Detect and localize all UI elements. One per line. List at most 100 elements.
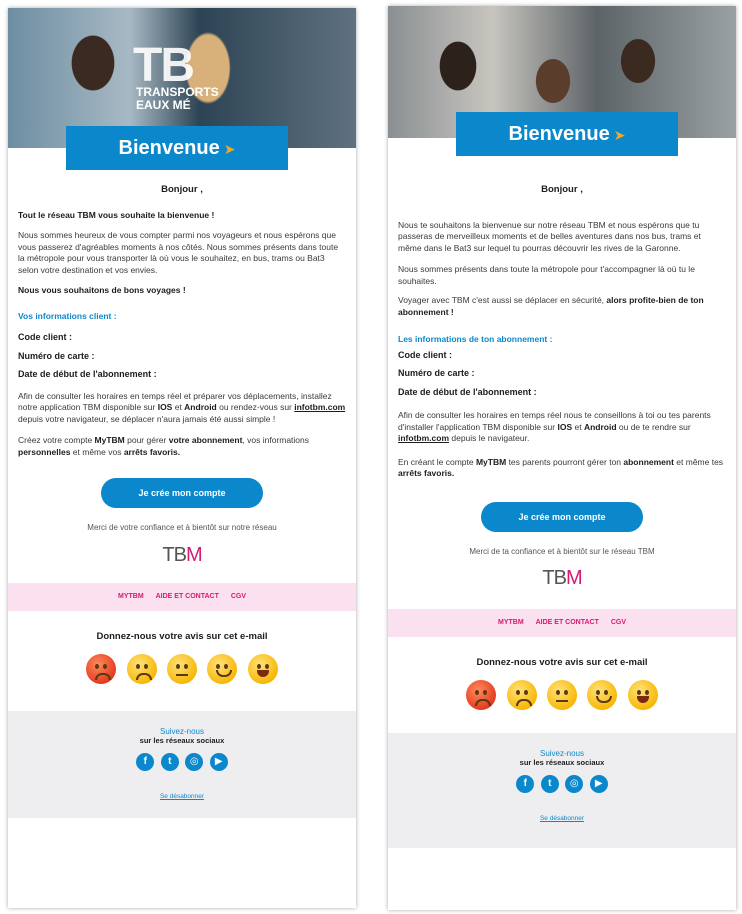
mytbm-bold-2: personnelles (18, 446, 71, 457)
social-networks-text: sur les réseaux sociaux (139, 736, 225, 745)
intro-text: Tout le réseau TBM vous souhaite la bien… (18, 209, 215, 220)
safety-paragraph: Voyager avec TBM c'est aussi se déplacer… (398, 295, 726, 318)
subscription-date-label: Date de début de l'abonnement : (18, 369, 157, 379)
android-label: Android (583, 421, 617, 432)
arrow-icon: ➤ (223, 141, 236, 157)
ios-label: IOS (157, 402, 173, 412)
unsubscribe-link[interactable]: Se désabonner (388, 815, 736, 822)
youtube-icon[interactable]: ▶ (589, 774, 608, 793)
rating-emojis (388, 679, 736, 715)
infotbm-link[interactable]: infotbm.com (294, 402, 345, 412)
tbm-logo-mark: TBM (162, 543, 203, 566)
welcome-title: Bienvenue (118, 137, 220, 159)
link-cgv[interactable]: CGV (231, 593, 246, 600)
and-text: et (572, 421, 584, 432)
mytbm-label: MyTBM (475, 456, 507, 467)
link-aide-contact[interactable]: AIDE ET CONTACT (536, 619, 599, 626)
hero-header: Bienvenue ➤ (388, 6, 736, 156)
rating-emojis (8, 654, 356, 689)
card-number-label: Numéro de carte : (18, 350, 95, 361)
app-text-2: ou de te rendre sur (616, 421, 691, 432)
client-code-label: Code client : (398, 349, 453, 360)
tbm-logo-text: TBM (18, 545, 346, 565)
tbm-logo: TBM (18, 545, 346, 565)
mytbm-text-1: Créez votre compte (18, 435, 95, 445)
follow-us-text: Suivez-nous (539, 748, 585, 758)
ios-label: IOS (557, 421, 573, 432)
android-label: Android (184, 402, 217, 412)
mytbm-paragraph: En créant le compte MyTBM tes parents po… (398, 457, 726, 480)
social-icons: f t ◎ ▶ (8, 751, 356, 771)
mytbm-text-1: En créant le compte (398, 456, 476, 467)
info-title: Les informations de ton abonnement : (398, 334, 553, 344)
twitter-icon[interactable]: t (160, 753, 179, 771)
tbm-logo-accent: M (565, 567, 583, 589)
social-networks-text: sur les réseaux sociaux (519, 757, 605, 767)
hero-header: TB TRANSPORTS EAUX MÉ Bienvenue ➤ (8, 8, 356, 170)
thanks-text: Merci de votre confiance et à bientôt su… (87, 523, 277, 532)
smiling-face-icon[interactable] (587, 679, 618, 710)
social-section: Suivez-nous sur les réseaux sociaux f t … (8, 711, 356, 818)
client-code-label: Code client : (18, 332, 73, 342)
subscription-date-label: Date de début de l'abonnement : (398, 386, 537, 397)
angry-face-icon[interactable] (86, 654, 117, 684)
arrow-icon: ➤ (613, 127, 626, 143)
infotbm-link[interactable]: infotbm.com (398, 433, 449, 443)
info-title: Vos informations client : (18, 310, 117, 321)
twitter-icon[interactable]: t (540, 774, 559, 793)
tbm-logo-accent: M (185, 543, 203, 566)
smiling-face-icon[interactable] (207, 654, 238, 684)
mytbm-label: MyTBM (94, 435, 125, 445)
angry-face-icon[interactable] (466, 679, 497, 710)
app-text-3: depuis le navigateur. (449, 433, 530, 443)
welcome-paragraph: Nous te souhaitons la bienvenue sur notr… (398, 219, 701, 253)
email-preview-left: TB TRANSPORTS EAUX MÉ Bienvenue ➤ Bonjour… (8, 8, 356, 908)
app-text-3: depuis votre navigateur, se déplacer n'a… (18, 413, 276, 424)
mytbm-text-2: tes parents pourront gérer ton (506, 456, 624, 467)
create-account-button[interactable]: Je crée mon compte (101, 478, 263, 508)
footer-links-bar: MYTBM AIDE ET CONTACT CGV (8, 583, 356, 611)
greeting: Bonjour , (541, 184, 583, 195)
feedback-title: Donnez-nous votre avis sur cet e-mail (96, 631, 268, 642)
unsubscribe-link[interactable]: Se désabonner (8, 793, 356, 800)
instagram-icon[interactable]: ◎ (565, 774, 584, 793)
email-preview-right: Bienvenue ➤ Bonjour , Nous te souhaitons … (388, 6, 736, 910)
tbm-logo-mark: TBM (542, 567, 583, 589)
link-mytbm[interactable]: MYTBM (498, 619, 524, 626)
link-aide-contact[interactable]: AIDE ET CONTACT (156, 593, 219, 600)
presence-paragraph: Nous sommes présents dans toute la métro… (398, 264, 695, 286)
mytbm-text-3: et même tes (673, 456, 724, 467)
grinning-face-icon[interactable] (247, 654, 278, 684)
feedback-title: Donnez-nous votre avis sur cet e-mail (476, 656, 648, 668)
tbm-logo: TBM (398, 568, 726, 588)
mytbm-bold-3: arrêts favoris. (123, 446, 181, 457)
link-cgv[interactable]: CGV (611, 619, 626, 626)
create-account-button[interactable]: Je crée mon compte (481, 501, 643, 532)
mytbm-text-2: pour gérer (124, 435, 169, 445)
footer-links-bar: MYTBM AIDE ET CONTACT CGV (388, 608, 736, 637)
mytbm-bold-1: votre abonnement (168, 435, 243, 445)
app-paragraph: Afin de consulter les horaires en temps … (398, 410, 726, 445)
mytbm-bold-3: arrêts favoris. (398, 468, 455, 478)
youtube-icon[interactable]: ▶ (209, 753, 228, 771)
neutral-face-icon[interactable] (167, 654, 197, 684)
facebook-icon[interactable]: f (136, 753, 155, 771)
mytbm-bold-1: abonnement (623, 456, 674, 467)
frowning-face-icon[interactable] (506, 679, 537, 710)
grinning-face-icon[interactable] (627, 679, 658, 710)
follow-us-text: Suivez-nous (159, 727, 205, 736)
neutral-face-icon[interactable] (547, 679, 577, 710)
app-paragraph: Afin de consulter les horaires en temps … (18, 391, 346, 426)
link-mytbm[interactable]: MYTBM (118, 593, 144, 600)
thanks-text: Merci de ta confiance et à bientôt sur l… (469, 546, 655, 556)
facebook-icon[interactable]: f (516, 774, 535, 793)
mytbm-paragraph: Créez votre compte MyTBM pour gérer votr… (18, 435, 346, 458)
instagram-icon[interactable]: ◎ (185, 753, 204, 771)
app-text-2: ou rendez-vous sur (216, 402, 295, 412)
mytbm-text-3: , vos informations (242, 435, 310, 445)
social-icons: f t ◎ ▶ (388, 773, 736, 793)
card-number-label: Numéro de carte : (398, 368, 475, 378)
greeting: Bonjour , (161, 184, 203, 195)
welcome-banner: Bienvenue ➤ (66, 126, 288, 170)
frowning-face-icon[interactable] (126, 654, 157, 684)
